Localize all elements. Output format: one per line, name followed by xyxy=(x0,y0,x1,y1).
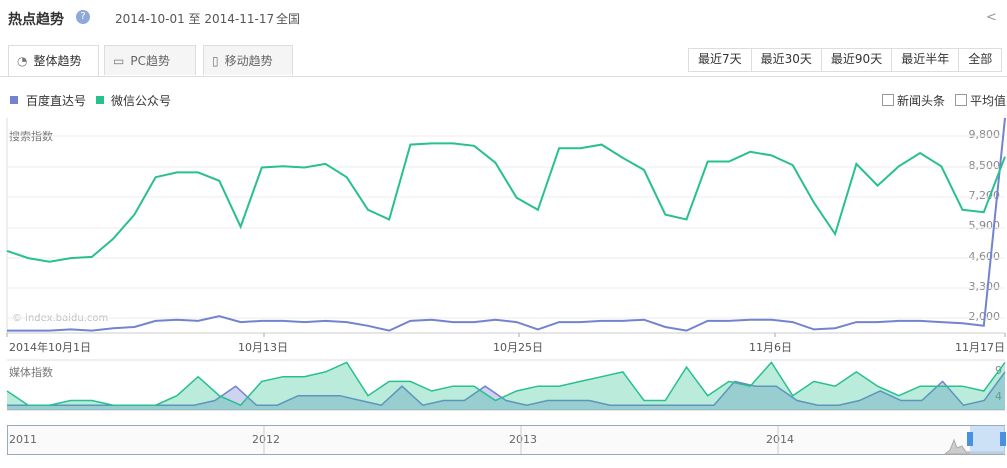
navigator-right-handle xyxy=(1000,432,1006,446)
navigator-left-handle xyxy=(967,432,973,446)
navigator-overlay xyxy=(263,426,1006,455)
